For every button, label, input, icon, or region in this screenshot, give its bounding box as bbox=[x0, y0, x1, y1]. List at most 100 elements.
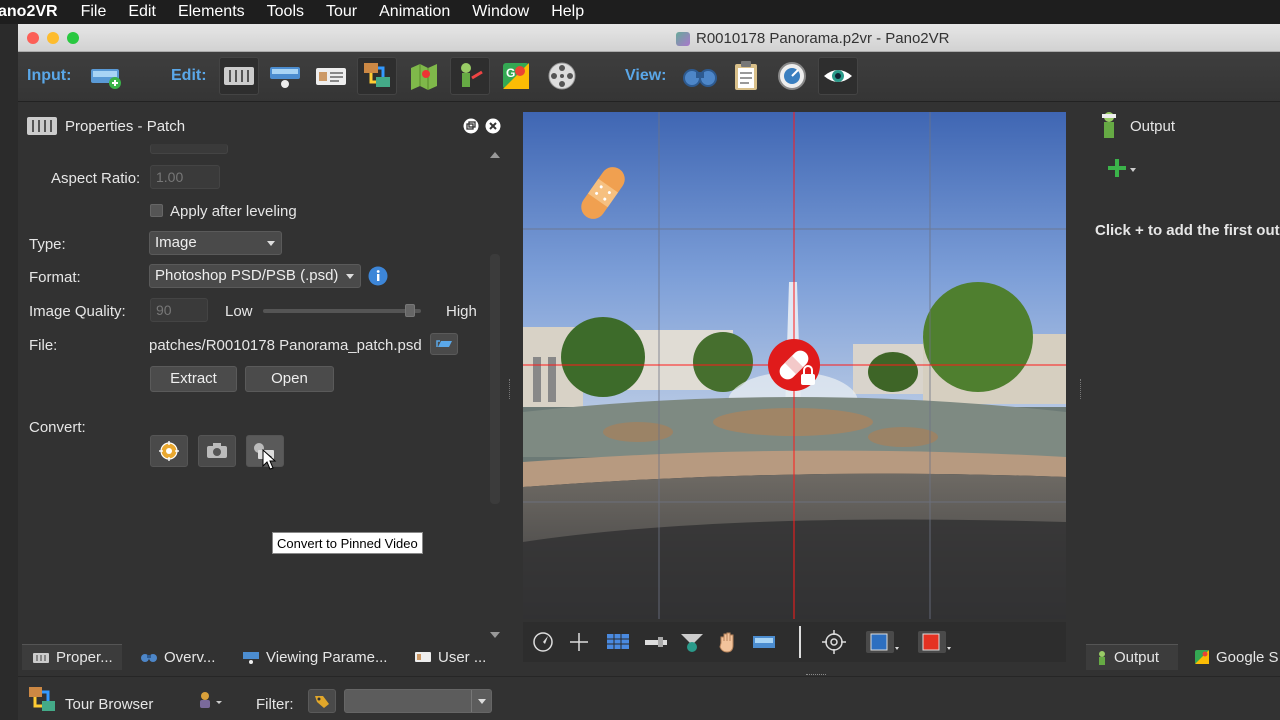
output-panel: Output Click + to add the first out bbox=[1085, 104, 1280, 644]
app-menu[interactable]: ano2VR bbox=[0, 3, 70, 21]
live-preview-button[interactable] bbox=[818, 57, 858, 95]
patch-button[interactable] bbox=[219, 57, 259, 95]
tour-map-button[interactable] bbox=[404, 57, 444, 95]
browse-file-button[interactable] bbox=[430, 333, 458, 355]
menu-window[interactable]: Window bbox=[461, 3, 540, 21]
image-quality-input[interactable]: 90 bbox=[150, 298, 208, 322]
tab-overview-label: Overv... bbox=[164, 648, 216, 666]
tour-links-icon bbox=[364, 63, 390, 87]
gauge-icon bbox=[778, 62, 806, 90]
add-output-button[interactable] bbox=[1104, 155, 1138, 185]
quality-slider-thumb[interactable] bbox=[405, 304, 415, 317]
menu-elements[interactable]: Elements bbox=[167, 3, 256, 21]
menu-animation[interactable]: Animation bbox=[368, 3, 461, 21]
scrollbar-thumb[interactable] bbox=[490, 254, 500, 504]
menu-edit[interactable]: Edit bbox=[117, 3, 167, 21]
binoculars-icon bbox=[683, 69, 717, 87]
scroll-down-icon[interactable] bbox=[490, 632, 500, 638]
view-browser-button[interactable] bbox=[772, 57, 812, 95]
zoom-window-button[interactable] bbox=[67, 32, 79, 44]
binoculars-icon bbox=[141, 654, 157, 662]
filter-tag-button[interactable] bbox=[308, 689, 336, 713]
scroll-up-icon[interactable] bbox=[490, 152, 500, 158]
menu-bar: ano2VR File Edit Elements Tools Tour Ani… bbox=[0, 0, 1280, 24]
properties-header: Properties - Patch bbox=[18, 104, 508, 148]
skin-editor-button[interactable] bbox=[450, 57, 490, 95]
tab-user-data-label: User ... bbox=[438, 648, 487, 666]
spin-partial bbox=[150, 144, 228, 154]
pan-hand-button[interactable] bbox=[713, 628, 743, 656]
view-log-button[interactable] bbox=[726, 57, 766, 95]
close-panel-icon[interactable] bbox=[485, 118, 501, 134]
google-street-view-button[interactable]: G bbox=[496, 57, 536, 95]
plus-icon bbox=[1108, 159, 1136, 177]
type-label: Type: bbox=[29, 236, 66, 253]
chevron-down-icon[interactable] bbox=[478, 699, 486, 704]
eye-icon bbox=[824, 70, 852, 82]
hotspot-mode-button[interactable] bbox=[677, 628, 707, 656]
funnel-eye-icon bbox=[681, 634, 703, 652]
window-title: R0010178 Panorama.p2vr - Pano2VR bbox=[676, 30, 950, 47]
left-splitter[interactable] bbox=[509, 379, 512, 399]
apply-after-leveling-checkbox[interactable] bbox=[150, 204, 163, 217]
float-panel-icon[interactable] bbox=[463, 118, 479, 134]
tab-overview[interactable]: Overv... bbox=[136, 644, 226, 670]
tab-user-data[interactable]: User ... bbox=[410, 644, 490, 670]
chevron-down-icon bbox=[267, 241, 275, 246]
crosshair-button[interactable] bbox=[567, 628, 591, 656]
info-icon[interactable] bbox=[368, 266, 388, 286]
open-button[interactable]: Open bbox=[245, 366, 334, 392]
tab-output[interactable]: Output bbox=[1086, 644, 1178, 670]
convert-to-pinned-image-button[interactable] bbox=[198, 435, 236, 467]
convert-to-point-hotspot-button[interactable] bbox=[150, 435, 188, 467]
menu-tour[interactable]: Tour bbox=[315, 3, 368, 21]
file-label: File: bbox=[29, 337, 58, 354]
close-window-button[interactable] bbox=[27, 32, 39, 44]
document-icon bbox=[676, 31, 690, 46]
tour-browser-user-button[interactable] bbox=[196, 690, 224, 712]
input-panorama-button[interactable] bbox=[86, 57, 126, 95]
google-maps-icon: G bbox=[503, 63, 529, 89]
skin-figure-icon bbox=[461, 63, 483, 87]
mouse-cursor-icon bbox=[262, 449, 277, 470]
panorama-icon bbox=[753, 636, 775, 648]
sliders-icon bbox=[224, 67, 254, 85]
tooltip: Convert to Pinned Video bbox=[272, 532, 423, 554]
user-data-button[interactable] bbox=[311, 57, 351, 95]
minimize-window-button[interactable] bbox=[47, 32, 59, 44]
google-maps-icon bbox=[1195, 650, 1209, 664]
tab-viewing-parameters[interactable]: Viewing Parame... bbox=[238, 644, 393, 670]
tag-icon bbox=[315, 696, 329, 708]
target-icon bbox=[822, 630, 846, 654]
view-tour-button[interactable] bbox=[680, 57, 720, 95]
extract-button[interactable]: Extract bbox=[150, 366, 237, 392]
viewing-parameters-button[interactable] bbox=[265, 57, 305, 95]
format-select[interactable]: Photoshop PSD/PSB (.psd) bbox=[149, 264, 361, 288]
compass-button[interactable] bbox=[531, 628, 555, 656]
line-color-picker[interactable] bbox=[917, 628, 953, 656]
blue-color-swatch-icon bbox=[866, 631, 899, 653]
properties-scrollbar[interactable] bbox=[488, 148, 502, 644]
menu-help[interactable]: Help bbox=[540, 3, 595, 21]
filter-input[interactable] bbox=[344, 689, 492, 713]
level-button[interactable] bbox=[641, 628, 671, 656]
locked-patch-icon bbox=[768, 339, 820, 391]
panorama-viewer[interactable] bbox=[523, 112, 1066, 619]
menu-file[interactable]: File bbox=[70, 3, 118, 21]
tab-output-label: Output bbox=[1114, 649, 1160, 666]
properties-title: Properties - Patch bbox=[65, 118, 186, 135]
tab-google-street-view[interactable]: Google S bbox=[1186, 644, 1280, 670]
grid-button[interactable] bbox=[603, 628, 633, 656]
quality-slider[interactable] bbox=[263, 304, 421, 317]
tab-properties[interactable]: Proper... bbox=[22, 644, 122, 670]
grid-color-picker[interactable] bbox=[865, 628, 901, 656]
panorama-view-button[interactable] bbox=[749, 628, 779, 656]
animation-button[interactable] bbox=[542, 57, 582, 95]
menu-tools[interactable]: Tools bbox=[256, 3, 315, 21]
aspect-ratio-input[interactable]: 1.00 bbox=[150, 165, 220, 189]
type-select[interactable]: Image bbox=[149, 231, 282, 255]
svg-text:G: G bbox=[506, 66, 515, 80]
hotspots-button[interactable] bbox=[357, 57, 397, 95]
target-button[interactable] bbox=[819, 628, 849, 656]
right-splitter[interactable] bbox=[1080, 379, 1083, 399]
